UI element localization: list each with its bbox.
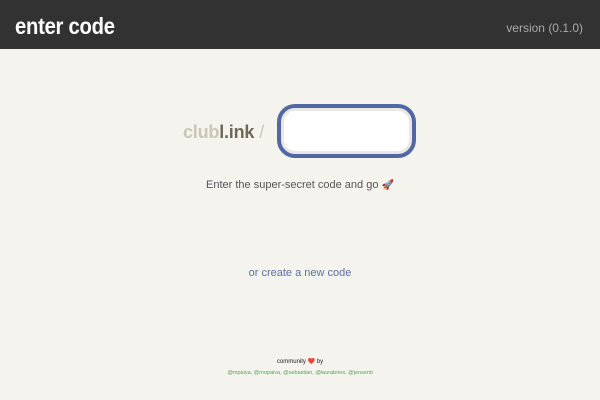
code-input[interactable] [277, 104, 416, 158]
brand-club-text: club [183, 122, 220, 142]
contributor-link[interactable]: @mopaiva [254, 370, 280, 376]
brand-slash: / [259, 122, 265, 142]
brand-link-text: l.ink [219, 122, 255, 142]
create-new-code-link[interactable]: or create a new code [0, 266, 600, 280]
contributor-link[interactable]: @sebastian [283, 370, 312, 376]
rocket-icon: 🚀 [381, 180, 394, 191]
version-label: version (0.1.0) [506, 21, 583, 35]
footer-community: community ❤️ by [0, 358, 600, 366]
contributor-link[interactable]: @laurabries [315, 370, 345, 376]
brand-logo: clubl.ink / [183, 121, 264, 143]
hint-text: Enter the super-secret code and go [206, 179, 379, 191]
community-by-label: by [316, 359, 324, 365]
page-title: enter code [15, 13, 115, 39]
footer-contributors: @mpaiva, @mopaiva, @sebastian, @laurabri… [227, 370, 373, 376]
community-label: community [276, 359, 306, 365]
contributor-link[interactable]: @jensenti [348, 370, 373, 376]
heart-icon: ❤️ [307, 359, 316, 365]
contributor-link[interactable]: @mpaiva [227, 370, 250, 376]
hint-text-row: Enter the super-secret code and go 🚀 [0, 178, 600, 193]
top-bar: enter code version (0.1.0) [0, 0, 600, 49]
